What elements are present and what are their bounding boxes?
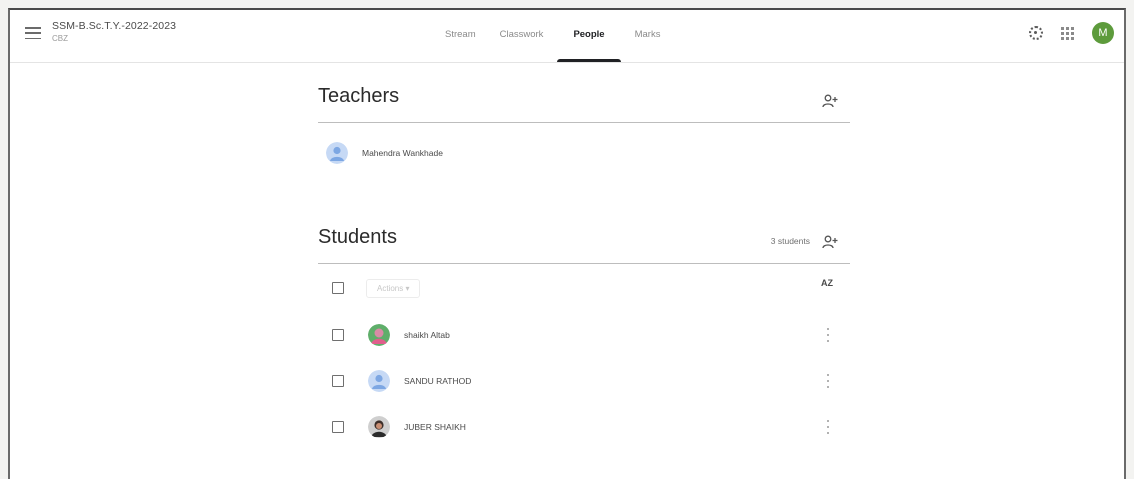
classroom-window: SSM-B.Sc.T.Y.-2022-2023 CBZ Stream Class… [8,8,1126,479]
top-app-bar: SSM-B.Sc.T.Y.-2022-2023 CBZ Stream Class… [10,10,1124,63]
teacher-name: Mahendra Wankhade [362,148,443,158]
select-all-checkbox[interactable] [332,282,344,294]
gear-icon[interactable] [1029,26,1043,40]
student-actions-row: Actions ▾ AZ [318,264,850,312]
sort-alpha-icon[interactable]: AZ [820,279,834,297]
tab-bar: Stream Classwork People Marks [435,10,670,62]
kebab-menu-icon[interactable] [826,374,830,388]
apps-grid-icon[interactable] [1061,26,1074,40]
student-name: SANDU RATHOD [404,376,472,386]
kebab-menu-icon[interactable] [826,328,830,342]
photo-avatar-icon [368,416,390,438]
teacher-row[interactable]: Mahendra Wankhade [318,123,850,183]
photo-avatar-icon [368,324,390,346]
student-name: JUBER SHAIKH [404,422,466,432]
default-avatar-icon [368,370,390,392]
student-checkbox[interactable] [332,375,344,387]
teachers-title: Teachers [318,85,400,107]
header-actions: M [1029,22,1114,44]
student-checkbox[interactable] [332,421,344,433]
student-checkbox[interactable] [332,329,344,341]
hamburger-menu-icon[interactable] [24,24,42,42]
teachers-header: Teachers [318,62,850,123]
student-count: 3 students [770,236,810,246]
students-header: Students 3 students [318,203,850,264]
actions-dropdown[interactable]: Actions ▾ [366,278,421,298]
kebab-menu-icon[interactable] [826,420,830,434]
tab-classwork[interactable]: Classwork [490,10,554,62]
student-row[interactable]: shaikh Altab [318,312,850,358]
class-subtitle: CBZ [52,34,68,43]
account-avatar[interactable]: M [1092,22,1114,44]
student-row[interactable]: SANDU RATHOD [318,358,850,404]
class-title[interactable]: SSM-B.Sc.T.Y.-2022-2023 [52,20,176,32]
student-row[interactable]: JUBER SHAIKH [318,404,850,450]
tab-stream[interactable]: Stream [435,10,486,62]
tab-people[interactable]: People [557,10,621,62]
tab-marks[interactable]: Marks [625,10,671,62]
student-name: shaikh Altab [404,330,450,340]
add-person-icon[interactable] [822,94,838,108]
people-panel: Teachers Mahendra Wankhade Students 3 st… [318,62,850,450]
add-person-icon[interactable] [822,235,838,249]
default-avatar-icon [326,142,348,164]
actions-label: Actions [377,283,404,293]
students-title: Students [318,226,397,248]
